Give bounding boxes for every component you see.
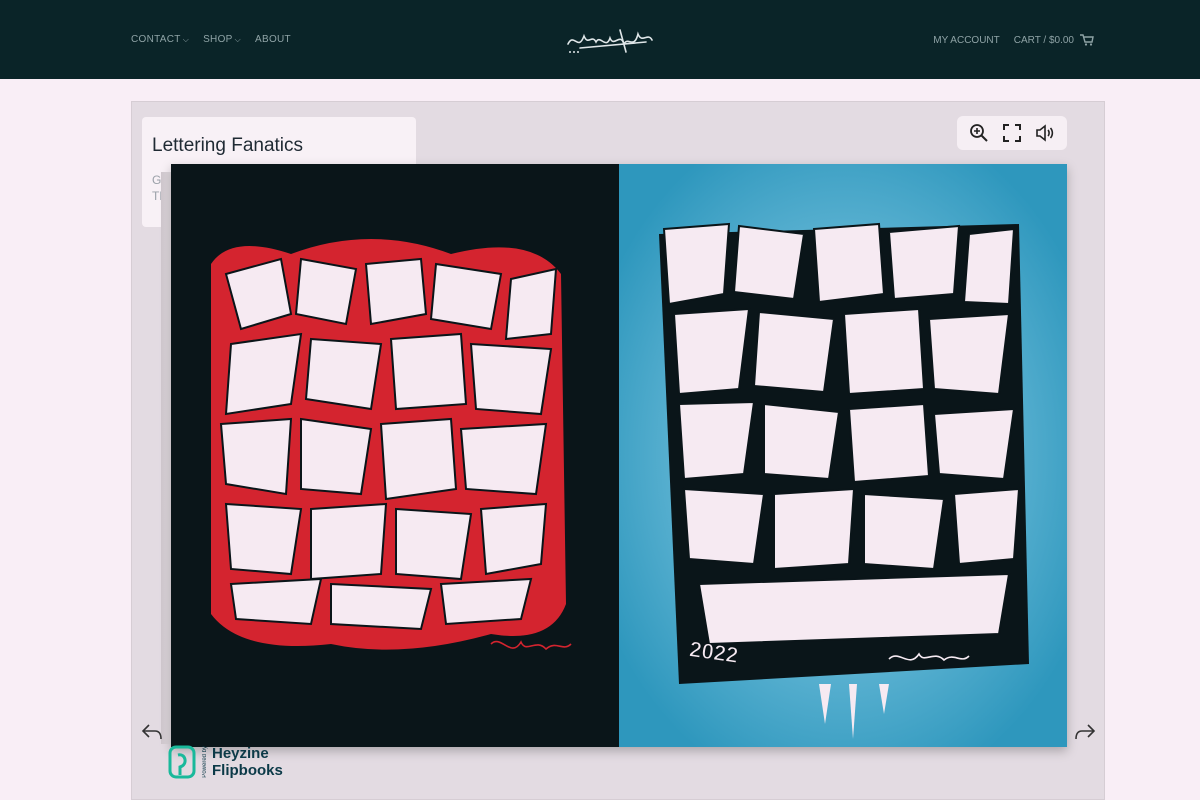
powered-by-label: Powered by xyxy=(202,746,208,778)
heyzine-logo-icon xyxy=(168,745,196,779)
flipbook-title: Lettering Fanatics xyxy=(152,135,304,156)
viewer-toolbar xyxy=(957,116,1067,150)
zoom-in-icon[interactable] xyxy=(967,121,991,145)
nav-left: CONTACT ⌵ SHOP ⌵ ABOUT xyxy=(131,34,291,45)
nav-about[interactable]: ABOUT xyxy=(255,34,291,45)
heyzine-branding[interactable]: Powered by Heyzine Flipbooks xyxy=(168,745,283,779)
top-navigation-bar: CONTACT ⌵ SHOP ⌵ ABOUT MY ACCOUNT CART / $… xyxy=(0,0,1200,79)
sound-icon[interactable] xyxy=(1033,121,1057,145)
nav-contact-label: CONTACT xyxy=(131,34,181,45)
graffiti-tag-logo[interactable] xyxy=(560,22,660,62)
blue-graffiti-artwork: 2022 xyxy=(619,164,1067,747)
nav-contact[interactable]: CONTACT ⌵ xyxy=(131,34,189,45)
left-page[interactable] xyxy=(171,164,619,747)
heyzine-wordmark: Heyzine Flipbooks xyxy=(212,745,283,779)
brand-line-1: Heyzine xyxy=(212,745,269,762)
right-page[interactable]: 2022 xyxy=(619,164,1067,747)
my-account-link[interactable]: MY ACCOUNT xyxy=(933,35,1000,46)
cart-icon xyxy=(1080,34,1094,46)
nav-shop[interactable]: SHOP ⌵ xyxy=(203,34,241,45)
cart-label: CART / $0.00 xyxy=(1013,34,1074,46)
chevron-down-icon: ⌵ xyxy=(182,34,190,44)
flipbook-spread[interactable]: 2022 xyxy=(171,164,1067,747)
red-graffiti-artwork xyxy=(211,239,572,651)
nav-right: MY ACCOUNT CART / $0.00 xyxy=(933,34,1094,46)
flipbook-viewer: Lettering Fanatics GRAFFITI TEMPLATES xyxy=(131,101,1105,800)
nav-shop-label: SHOP xyxy=(203,34,233,45)
fullscreen-icon[interactable] xyxy=(1000,121,1024,145)
brand-line-2: Flipbooks xyxy=(212,762,283,779)
redo-arrow-icon[interactable] xyxy=(1073,722,1097,742)
undo-arrow-icon[interactable] xyxy=(140,722,164,742)
chevron-down-icon: ⌵ xyxy=(234,34,241,44)
cart-link[interactable]: CART / $0.00 xyxy=(1014,34,1094,46)
nav-about-label: ABOUT xyxy=(255,34,291,45)
